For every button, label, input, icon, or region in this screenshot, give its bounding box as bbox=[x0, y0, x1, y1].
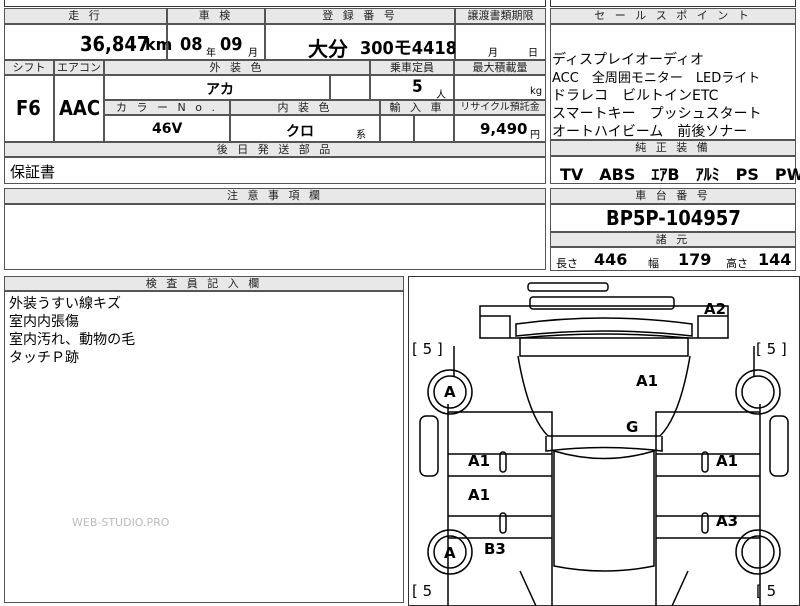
mark-tire-rl: [ 5 bbox=[412, 582, 433, 600]
mark-left-rear-fender: B3 bbox=[484, 540, 506, 558]
mark-hood: A1 bbox=[636, 372, 659, 390]
mark-left-front-wheel: A bbox=[444, 383, 456, 401]
width-value: 179 bbox=[678, 250, 712, 269]
transfer-label: 譲渡書類期限 bbox=[455, 8, 546, 24]
transfer-month-unit: 月 bbox=[488, 48, 498, 59]
registration-number: 300モ4418 bbox=[360, 38, 457, 59]
width-label: 幅 bbox=[648, 257, 659, 270]
notes-label: 注 意 事 項 欄 bbox=[4, 188, 546, 204]
seats-value: 5 bbox=[412, 77, 423, 97]
mark-left-front-door: A1 bbox=[468, 452, 491, 470]
selling-point-3: ドラレコ ビルトインETC bbox=[552, 88, 719, 104]
length-value: 446 bbox=[594, 250, 628, 269]
selling-point-1: ディスプレイオーディオ bbox=[552, 52, 705, 68]
inspection-month-unit: 月 bbox=[248, 48, 258, 59]
inspection-year: 08 bbox=[180, 34, 203, 55]
selling-point-5: オートハイビーム 前後ソナー bbox=[552, 124, 748, 140]
load-label: 最大積載量 bbox=[454, 60, 546, 75]
import-cell-a bbox=[380, 115, 414, 142]
inspection-label: 車 検 bbox=[167, 8, 265, 24]
exterior-label: 外 装 色 bbox=[104, 60, 370, 75]
top-partial-row-right bbox=[550, 0, 796, 7]
mark-tire-rr: [ 5 bbox=[756, 582, 777, 600]
selling-points-label: セ ー ル ス ポ イ ン ト bbox=[550, 8, 796, 24]
interior-unit: 系 bbox=[356, 130, 366, 141]
equipment-label: 純 正 装 備 bbox=[550, 140, 796, 156]
seats-unit: 人 bbox=[436, 90, 446, 101]
dimensions-label: 諸 元 bbox=[550, 232, 796, 247]
color-no-label: カ ラ ー N o . bbox=[104, 100, 230, 115]
mark-roof: G bbox=[626, 418, 639, 436]
later-parts-cell bbox=[4, 157, 546, 184]
import-label: 輸 入 車 bbox=[380, 100, 454, 115]
inspection-year-unit: 年 bbox=[206, 48, 216, 59]
mark-left-rear-door: A1 bbox=[468, 486, 491, 504]
mileage-value: 36,847 bbox=[80, 32, 150, 56]
selling-point-4: スマートキー プッシュスタート bbox=[552, 106, 762, 122]
height-value: 144 bbox=[758, 250, 792, 269]
mileage-label: 走 行 bbox=[4, 8, 167, 24]
inspector-line-3: 室内汚れ、動物の毛 bbox=[9, 332, 136, 348]
inspector-line-2: 室内内張傷 bbox=[9, 314, 79, 330]
recycle-unit: 円 bbox=[530, 130, 540, 141]
color-no-value: 46V bbox=[152, 121, 183, 137]
shift-value: F6 bbox=[16, 96, 41, 120]
ac-label: エアコン bbox=[54, 60, 104, 75]
interior-value: クロ bbox=[286, 124, 314, 140]
top-partial-row bbox=[4, 0, 546, 7]
exterior-cell-right bbox=[330, 75, 370, 100]
shift-label: シフト bbox=[4, 60, 54, 75]
chassis-label: 車 台 番 号 bbox=[550, 188, 796, 204]
length-label: 長さ bbox=[556, 257, 578, 270]
exterior-value: アカ bbox=[206, 82, 234, 98]
registration-label: 登 録 番 号 bbox=[265, 8, 455, 24]
later-parts-value: 保証書 bbox=[10, 163, 56, 181]
seats-label: 乗車定員 bbox=[370, 60, 454, 75]
recycle-value: 9,490 bbox=[480, 120, 528, 138]
mark-left-rear-wheel: A bbox=[444, 544, 456, 562]
inspection-month: 09 bbox=[220, 34, 243, 55]
notes-cell bbox=[4, 204, 546, 270]
height-label: 高さ bbox=[726, 257, 748, 270]
mark-front: A2 bbox=[704, 300, 727, 318]
inspector-line-1: 外装うすい線キズ bbox=[9, 296, 121, 312]
selling-point-2: ACC 全周囲モニター LEDライト bbox=[552, 71, 761, 86]
watermark: WEB-STUDIO.PRO bbox=[72, 516, 170, 529]
car-diagram bbox=[419, 282, 789, 606]
mark-tire-fr: [ 5 ] bbox=[756, 340, 787, 358]
inspector-line-4: タッチＰ跡 bbox=[9, 350, 79, 366]
import-cell-b bbox=[414, 115, 454, 142]
later-parts-label: 後 日 発 送 部 品 bbox=[4, 142, 546, 157]
mark-tire-fl: [ 5 ] bbox=[412, 340, 443, 358]
load-unit: kg bbox=[530, 86, 543, 97]
chassis-value: BP5P-104957 bbox=[606, 206, 741, 230]
registration-region: 大分 bbox=[308, 37, 348, 61]
mark-right-rear-door: A3 bbox=[716, 512, 739, 530]
interior-label: 内 装 色 bbox=[230, 100, 380, 115]
inspector-label: 検 査 員 記 入 欄 bbox=[4, 276, 404, 291]
equipment-value: TV ABS ｴｱB ｱﾙﾐ PS PW bbox=[560, 165, 800, 184]
ac-value: AAC bbox=[59, 96, 101, 120]
mark-right-front-door: A1 bbox=[716, 452, 739, 470]
transfer-day-unit: 日 bbox=[528, 48, 538, 59]
recycle-label: リサイクル預託金 bbox=[454, 100, 546, 115]
